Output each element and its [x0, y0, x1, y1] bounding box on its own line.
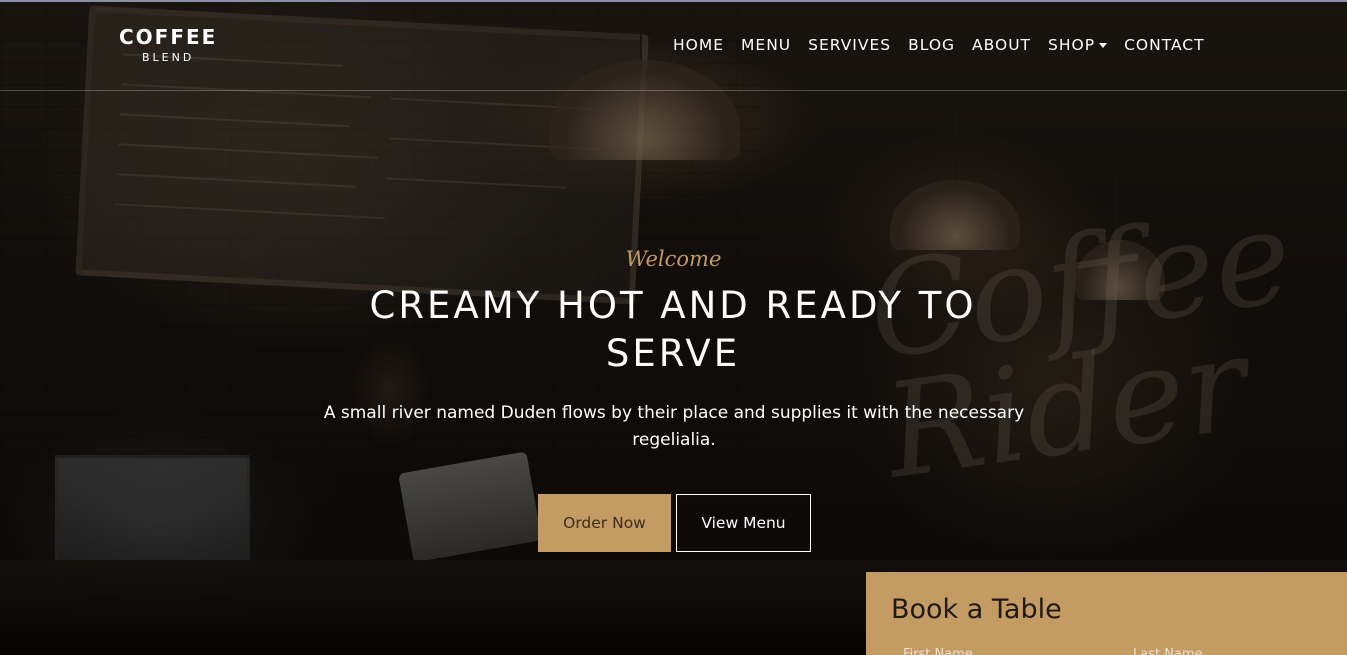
view-menu-button[interactable]: View Menu [676, 494, 811, 552]
nav-item-contact[interactable]: CONTACT [1124, 36, 1205, 54]
hero-headline: CREAMY HOT AND READY TO SERVE [369, 284, 977, 375]
main-nav: HOME MENU SERVIVES BLOG ABOUT SHOP CONTA… [673, 36, 1222, 54]
nav-item-shop-label: SHOP [1048, 36, 1096, 54]
first-name-field[interactable]: First Name [903, 647, 973, 655]
chevron-down-icon [1099, 43, 1108, 48]
nav-item-menu[interactable]: MENU [741, 36, 791, 54]
book-table-panel: Book a Table First Name Last Name [866, 572, 1347, 655]
nav-item-home[interactable]: HOME [673, 36, 724, 54]
brand-logo[interactable]: COFFEE BLEND [119, 26, 217, 66]
book-table-title: Book a Table [891, 594, 1062, 625]
navbar: COFFEE BLEND HOME MENU SERVIVES BLOG ABO… [0, 2, 1347, 91]
nav-item-services[interactable]: SERVIVES [808, 36, 891, 54]
order-now-button[interactable]: Order Now [538, 494, 671, 552]
last-name-field[interactable]: Last Name [1133, 647, 1203, 655]
brand-name: COFFEE [119, 25, 218, 49]
nav-item-shop[interactable]: SHOP [1048, 36, 1108, 54]
welcome-subheading: Welcome [625, 247, 722, 271]
nav-item-about[interactable]: ABOUT [972, 36, 1031, 54]
nav-item-blog[interactable]: BLOG [908, 36, 955, 54]
brand-tagline: BLEND [142, 51, 195, 64]
hero-subtext: A small river named Duden flows by their… [323, 403, 1025, 450]
